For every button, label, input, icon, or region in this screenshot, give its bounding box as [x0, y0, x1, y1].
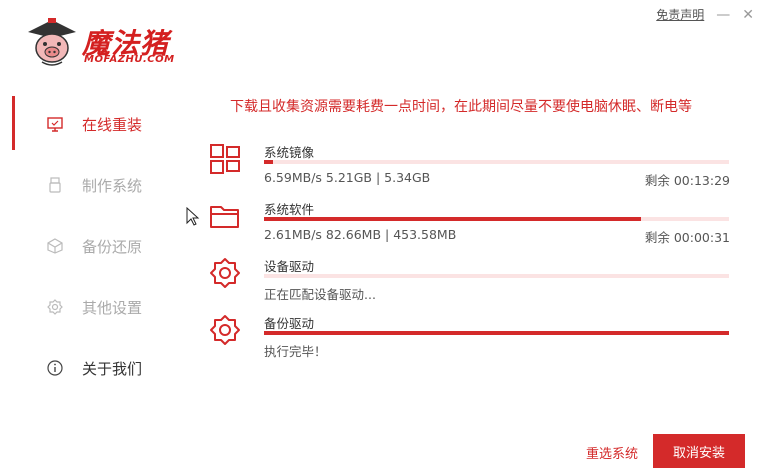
sidebar-item-online-reinstall[interactable]: 在线重装: [46, 112, 142, 136]
progress-fill: [264, 217, 641, 221]
task-name: 设备驱动: [264, 259, 315, 274]
windows-icon: [210, 144, 240, 174]
pig-mascot-icon: [28, 18, 76, 66]
task-name: 系统软件: [264, 202, 315, 217]
sidebar-item-backup-restore[interactable]: 备份还原: [46, 234, 142, 258]
task-name: 备份驱动: [264, 316, 315, 331]
minimize-button[interactable]: —: [716, 8, 730, 22]
progress-track: [264, 274, 729, 278]
sidebar-item-label: 其他设置: [82, 298, 143, 317]
task-name: 系统镜像: [264, 145, 315, 160]
monitor-icon: [46, 115, 64, 133]
active-indicator: [12, 96, 15, 150]
progress-track: [264, 217, 729, 221]
cancel-install-button[interactable]: 取消安装: [653, 434, 745, 468]
disclaimer-link[interactable]: 免责声明: [656, 6, 704, 23]
close-button[interactable]: ✕: [742, 8, 754, 22]
folder-icon: [210, 206, 239, 228]
task-system-software: 系统软件 2.61MB/s 82.66MB | 453.58MB 剩余 00:0…: [208, 199, 730, 251]
task-remaining: 剩余 00:13:29: [644, 173, 730, 188]
task-info: 正在匹配设备驱动...: [264, 287, 376, 302]
usb-icon: [46, 176, 64, 194]
app-logo: 魔法猪 MOFAZHU.COM: [24, 16, 184, 70]
sidebar-item-label: 制作系统: [82, 176, 143, 195]
sidebar-item-about-us[interactable]: 关于我们: [46, 356, 142, 380]
gear-icon: [46, 298, 64, 316]
download-notice: 下载且收集资源需要耗费一点时间，在此期间尽量不要使电脑休眠、断电等: [230, 99, 692, 115]
sidebar-item-label: 在线重装: [82, 115, 143, 134]
task-info: 6.59MB/s 5.21GB | 5.34GB: [264, 170, 431, 185]
task-device-driver: 设备驱动 正在匹配设备驱动...: [208, 256, 730, 308]
sidebar-item-label: 备份还原: [82, 237, 143, 256]
progress-fill: [264, 160, 274, 164]
sidebar-item-label: 关于我们: [82, 359, 143, 378]
mouse-cursor-icon: [186, 207, 200, 226]
progress-fill: [264, 331, 729, 335]
task-info: 2.61MB/s 82.66MB | 453.58MB: [264, 227, 457, 242]
gear-icon: [210, 315, 240, 345]
task-info: 执行完毕！: [264, 344, 327, 359]
progress-track: [264, 160, 729, 164]
reselect-system-button[interactable]: 重选系统: [586, 443, 638, 462]
sidebar-item-other-settings[interactable]: 其他设置: [46, 295, 142, 319]
task-remaining: 剩余 00:00:31: [644, 230, 730, 245]
progress-track: [264, 331, 729, 335]
cube-icon: [46, 237, 64, 255]
task-system-image: 系统镜像 6.59MB/s 5.21GB | 5.34GB 剩余 00:13:2…: [208, 142, 730, 194]
titlebar-controls: 免责声明 — ✕: [656, 6, 754, 23]
sidebar-item-make-system[interactable]: 制作系统: [46, 173, 142, 197]
info-icon: [46, 359, 64, 377]
task-backup-driver: 备份驱动 执行完毕！: [208, 313, 730, 365]
gear-icon: [210, 258, 240, 288]
logo-domain: MOFAZHU.COM: [84, 54, 175, 65]
